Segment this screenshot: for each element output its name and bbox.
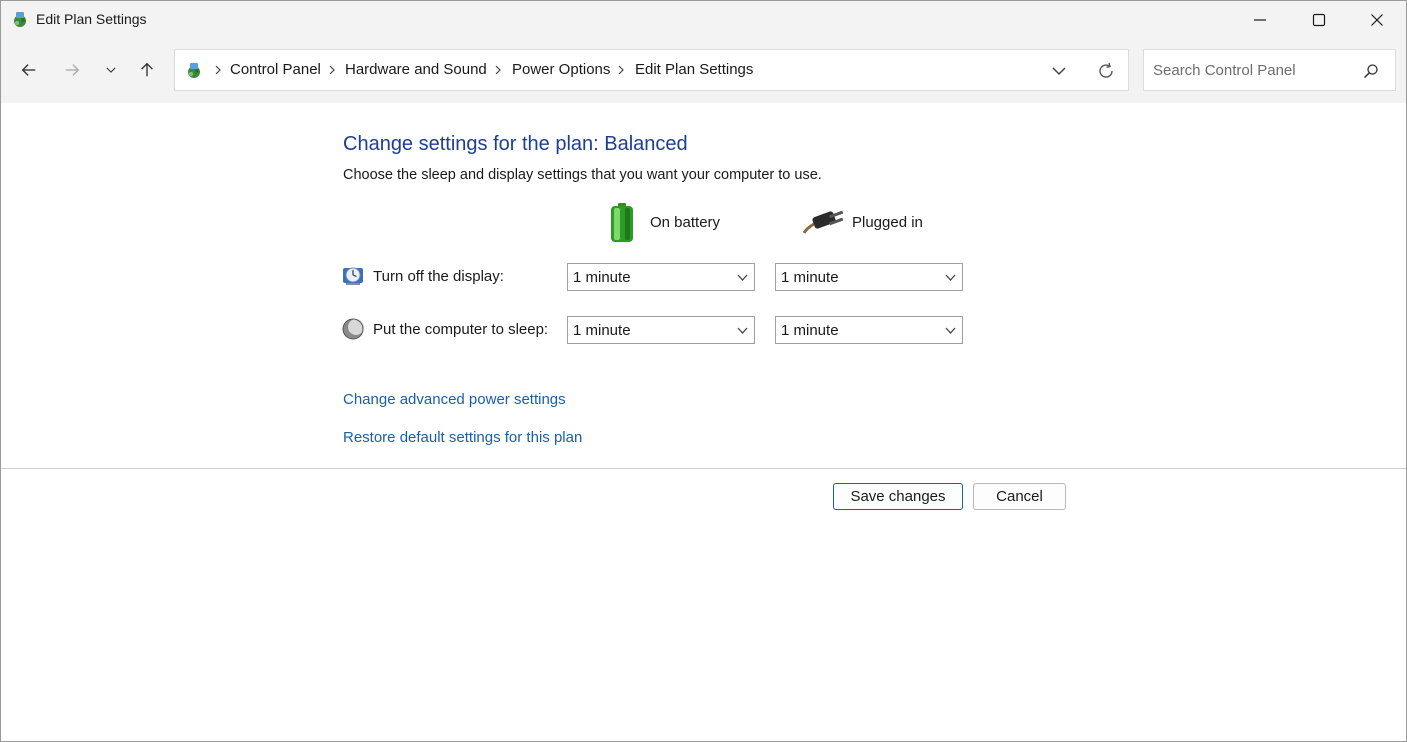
battery-icon xyxy=(607,203,637,248)
on-battery-label: On battery xyxy=(650,214,721,231)
minimize-icon xyxy=(1254,19,1266,21)
up-button[interactable] xyxy=(136,59,158,81)
select-value: 1 minute xyxy=(781,269,839,286)
plug-icon xyxy=(802,209,845,240)
recent-icon xyxy=(106,67,116,73)
back-button[interactable] xyxy=(18,59,40,81)
breadcrumb-control-panel[interactable]: Control Panel xyxy=(230,61,321,78)
chevron-down-icon xyxy=(737,274,748,281)
chevron-down-icon xyxy=(1052,67,1066,76)
forward-button[interactable] xyxy=(61,59,83,81)
select-value: 1 minute xyxy=(573,322,631,339)
up-icon xyxy=(141,62,153,77)
chevron-right-icon[interactable] xyxy=(616,64,626,76)
maximize-button[interactable] xyxy=(1290,1,1348,39)
display-battery-select[interactable]: 1 minute xyxy=(567,263,755,291)
title-bar[interactable]: Edit Plan Settings xyxy=(1,1,1406,39)
control-panel-icon xyxy=(10,9,30,29)
page-heading: Change settings for the plan: Balanced xyxy=(343,133,688,155)
close-button[interactable] xyxy=(1348,1,1406,39)
control-panel-icon xyxy=(184,60,204,80)
navigation-bar: Control Panel Hardware and Sound Power O… xyxy=(1,39,1406,103)
breadcrumb-edit-plan-settings[interactable]: Edit Plan Settings xyxy=(635,61,753,78)
chevron-right-icon[interactable] xyxy=(493,64,503,76)
display-setting-label: Turn off the display: xyxy=(373,268,504,285)
refresh-button[interactable] xyxy=(1096,61,1116,81)
maximize-icon xyxy=(1312,13,1326,27)
window-title: Edit Plan Settings xyxy=(36,11,147,27)
display-icon xyxy=(342,265,364,287)
forward-icon xyxy=(65,64,80,76)
cancel-button[interactable]: Cancel xyxy=(973,483,1066,510)
restore-defaults-link[interactable]: Restore default settings for this plan xyxy=(343,429,582,446)
plugged-in-label: Plugged in xyxy=(852,214,923,231)
recent-locations-button[interactable] xyxy=(100,59,122,81)
select-value: 1 minute xyxy=(573,269,631,286)
address-bar[interactable]: Control Panel Hardware and Sound Power O… xyxy=(174,49,1129,91)
sleep-battery-select[interactable]: 1 minute xyxy=(567,316,755,344)
minimize-button[interactable] xyxy=(1231,1,1289,39)
advanced-power-settings-link[interactable]: Change advanced power settings xyxy=(343,391,566,408)
chevron-down-icon xyxy=(945,327,956,334)
sleep-icon xyxy=(342,318,364,340)
close-icon xyxy=(1371,14,1383,26)
sleep-plugged-select[interactable]: 1 minute xyxy=(775,316,963,344)
address-dropdown-button[interactable] xyxy=(1049,61,1069,81)
page-description: Choose the sleep and display settings th… xyxy=(343,167,822,183)
select-value: 1 minute xyxy=(781,322,839,339)
chevron-right-icon[interactable] xyxy=(327,64,337,76)
chevron-right-icon xyxy=(215,65,221,75)
breadcrumb-power-options[interactable]: Power Options xyxy=(512,61,610,78)
divider xyxy=(1,468,1406,469)
search-input[interactable]: Search Control Panel xyxy=(1153,62,1296,79)
save-changes-button[interactable]: Save changes xyxy=(833,483,963,510)
back-icon xyxy=(21,64,36,76)
display-plugged-select[interactable]: 1 minute xyxy=(775,263,963,291)
chevron-down-icon xyxy=(737,327,748,334)
search-box[interactable]: Search Control Panel xyxy=(1143,49,1396,91)
breadcrumb-hardware-and-sound[interactable]: Hardware and Sound xyxy=(345,61,487,78)
window: Edit Plan Settings Control Panel Hardwar… xyxy=(0,0,1407,742)
refresh-icon xyxy=(1099,62,1113,78)
sleep-setting-label: Put the computer to sleep: xyxy=(373,321,549,338)
search-icon[interactable] xyxy=(1363,63,1379,79)
chevron-down-icon xyxy=(945,274,956,281)
